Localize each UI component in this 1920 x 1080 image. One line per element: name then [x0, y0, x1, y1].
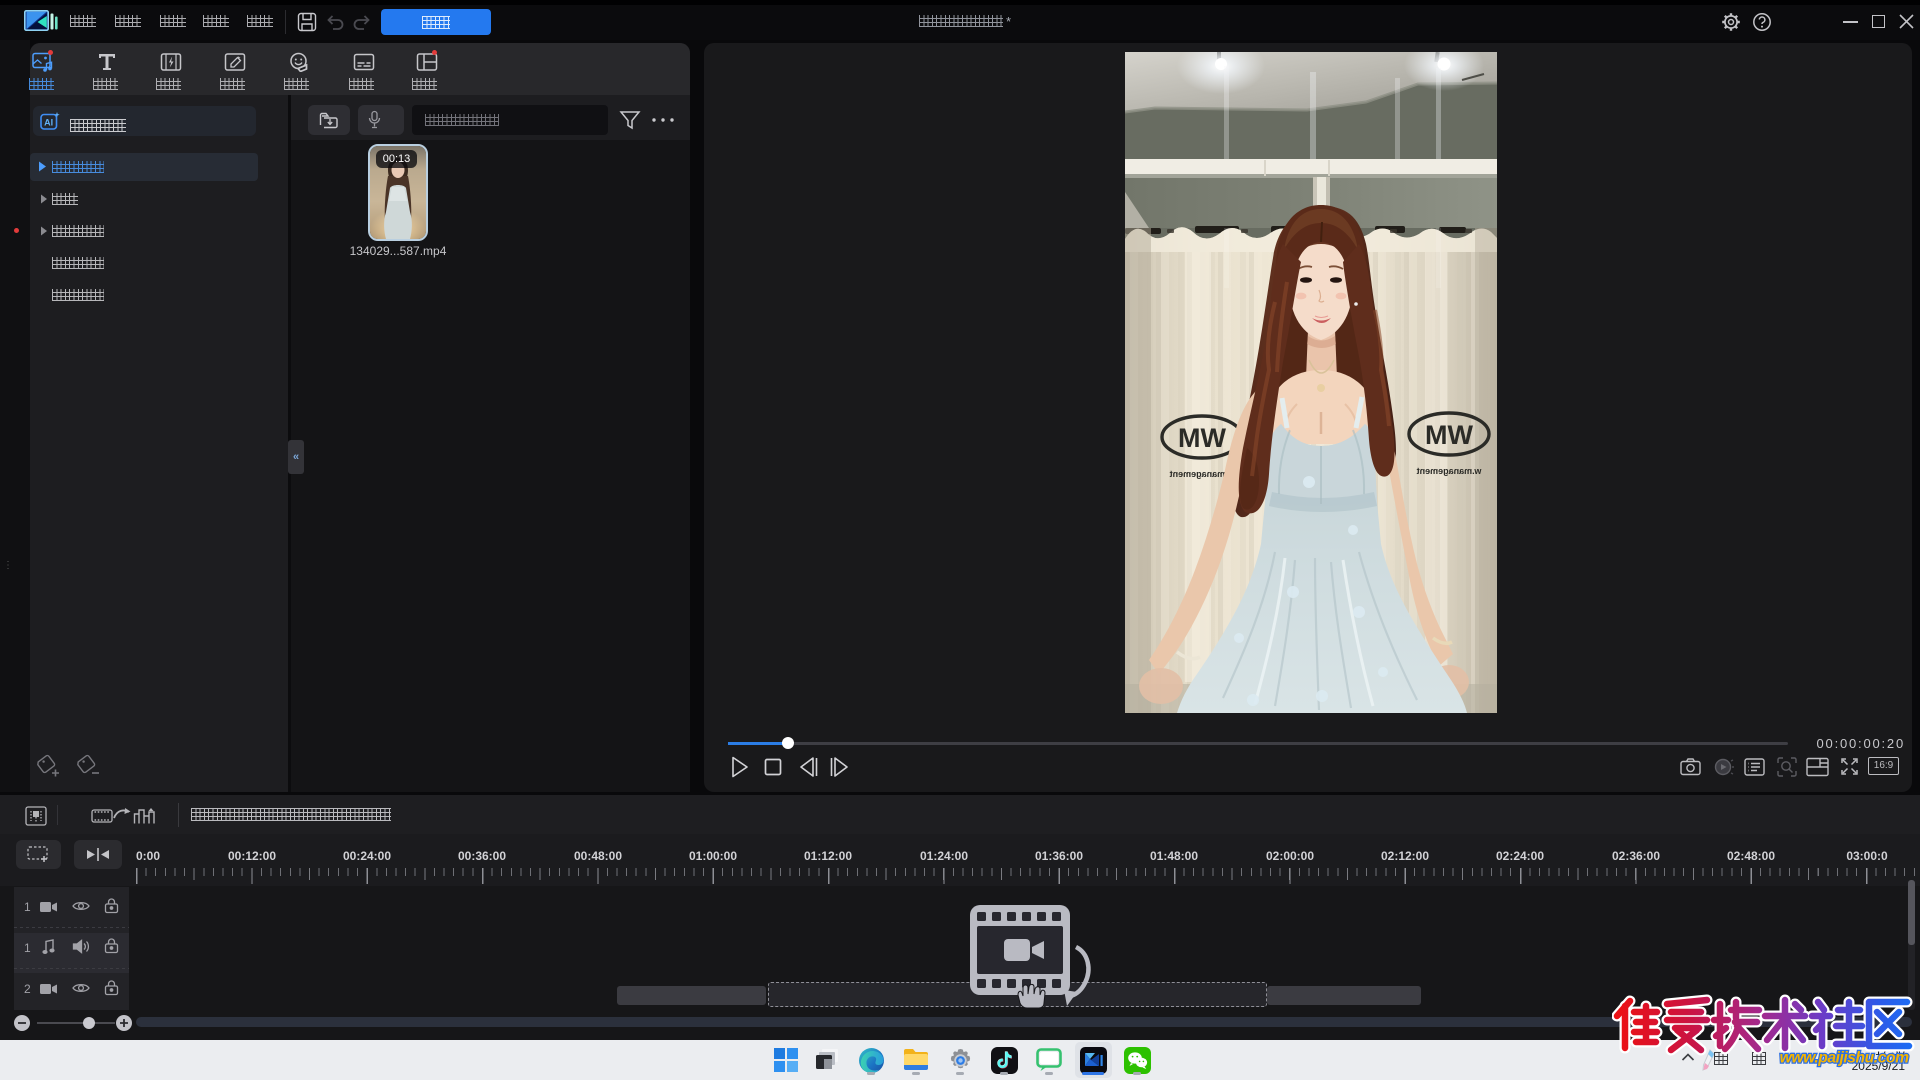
svg-text:MW: MW: [1425, 420, 1473, 450]
svg-text:www.paijishu.com: www.paijishu.com: [1780, 1050, 1909, 1067]
svg-text:MW: MW: [1178, 423, 1226, 453]
svg-text:w.management: w.management: [1417, 466, 1483, 476]
svg-text:AI: AI: [44, 118, 53, 128]
